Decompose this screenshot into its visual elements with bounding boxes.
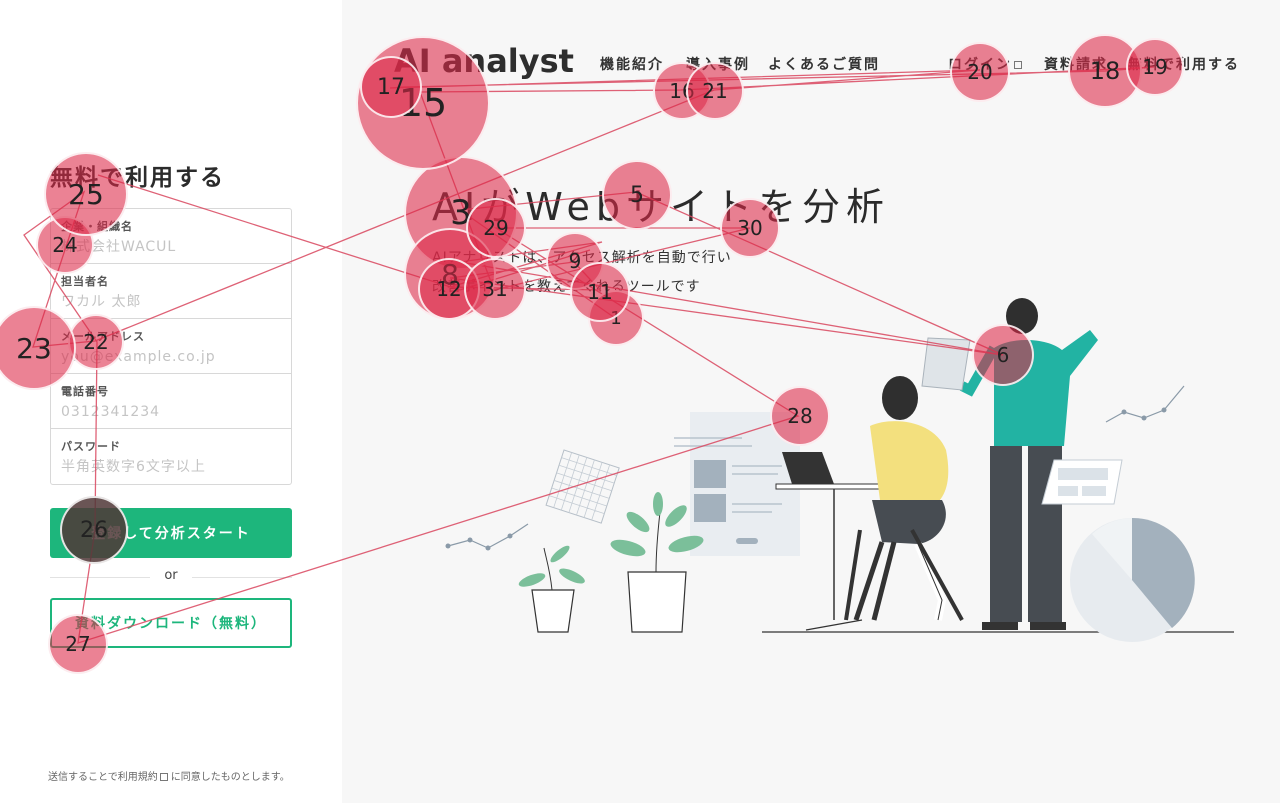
password-label: パスワード: [61, 440, 121, 453]
or-divider: or: [50, 568, 292, 586]
company-label: 企業・組織名: [61, 220, 133, 233]
signup-form: 企業・組織名 担当者名 メールアドレス 電話番号 パスワード: [50, 208, 292, 485]
name-field[interactable]: 担当者名: [51, 264, 291, 319]
nav-faq-link[interactable]: よくあるご質問: [768, 57, 880, 73]
signup-panel: 無料で利用する 企業・組織名 担当者名 メールアドレス 電話番号 パスワード 登…: [0, 0, 342, 803]
download-docs-button[interactable]: 資料ダウンロード（無料）: [50, 598, 292, 648]
email-input[interactable]: [61, 349, 281, 365]
terms-link[interactable]: 利用規約: [118, 772, 158, 783]
name-label: 担当者名: [61, 275, 109, 288]
nav-login[interactable]: ログイン: [948, 54, 1025, 74]
terms-prefix: 送信することで: [48, 772, 118, 783]
hero-subtitle-line1: AIアナリストは、アクセス解析を自動で行い: [432, 250, 732, 266]
logo[interactable]: AI analyst: [394, 42, 574, 80]
nav-cases-link[interactable]: 導入事例: [686, 57, 750, 73]
password-field[interactable]: パスワード: [51, 429, 291, 484]
terms-suffix: に同意したものとします。: [170, 772, 290, 783]
external-link-icon: [1014, 61, 1022, 69]
main-area: AI analyst 機能紹介 導入事例 よくあるご質問 ログイン 資料請求 無…: [342, 0, 1280, 803]
nav-free-use[interactable]: 無料で利用する: [1128, 54, 1240, 74]
external-link-icon: [159, 773, 168, 781]
phone-field[interactable]: 電話番号: [51, 374, 291, 429]
terms-notice: 送信することで利用規約 に同意したものとします。: [48, 768, 290, 783]
email-label: メールアドレス: [61, 330, 145, 343]
divider-line-right: [192, 577, 292, 578]
start-analysis-button[interactable]: 登録して分析スタート: [50, 508, 292, 558]
phone-label: 電話番号: [61, 385, 109, 398]
name-input[interactable]: [61, 294, 281, 310]
hero-title: AIがWebサイトを分析: [432, 185, 891, 229]
nav-features[interactable]: 機能紹介: [600, 54, 664, 74]
company-field[interactable]: 企業・組織名: [51, 209, 291, 264]
or-text: or: [164, 568, 178, 583]
company-input[interactable]: [61, 239, 281, 255]
form-title: 無料で利用する: [50, 165, 225, 191]
email-field[interactable]: メールアドレス: [51, 319, 291, 374]
nav-faq[interactable]: よくあるご質問: [768, 54, 880, 74]
password-input[interactable]: [61, 459, 281, 475]
phone-input[interactable]: [61, 404, 281, 420]
nav-cases[interactable]: 導入事例: [686, 54, 750, 74]
nav-request-docs[interactable]: 資料請求: [1044, 54, 1108, 74]
hero-illustration: [445, 298, 1234, 642]
nav-request-docs-link[interactable]: 資料請求: [1044, 57, 1108, 73]
nav-login-link[interactable]: ログイン: [948, 57, 1012, 73]
nav-free-use-link[interactable]: 無料で利用する: [1128, 57, 1240, 73]
nav-features-link[interactable]: 機能紹介: [600, 57, 664, 73]
